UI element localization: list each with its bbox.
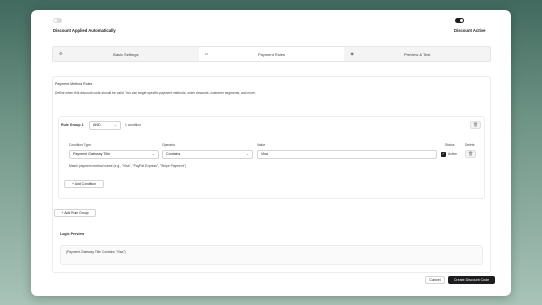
logic-preview-text: (Payment Gateway Title Contains "Visa")	[66, 250, 126, 254]
tab-payment-rules[interactable]: ▭ Payment Rules	[198, 47, 345, 61]
select-value: Contains	[166, 152, 181, 156]
active-checkbox[interactable]: ✓	[441, 152, 446, 157]
input-value: Visa	[261, 152, 268, 156]
tab-label: Basic Settings	[113, 51, 139, 57]
cancel-button[interactable]: Cancel	[425, 276, 445, 284]
tab-bar: ⚙ Basic Settings ▭ Payment Rules ◉ Previ…	[52, 46, 491, 62]
discount-active-label: Discount Active	[454, 28, 486, 33]
condition-value-input[interactable]: Visa	[257, 150, 437, 159]
select-value: AND	[93, 123, 101, 127]
delete-condition-button[interactable]: 🗑	[465, 150, 476, 158]
col-value: Value	[257, 143, 266, 147]
button-label: Create Discount Code	[453, 278, 490, 282]
active-label: Active	[448, 152, 457, 156]
button-label: Cancel	[429, 278, 441, 282]
logic-preview-box: (Payment Gateway Title Contains "Visa")	[60, 245, 483, 265]
add-rule-group-button[interactable]: + Add Rule Group	[54, 209, 96, 217]
trash-icon: 🗑	[472, 122, 479, 127]
create-discount-button[interactable]: Create Discount Code	[448, 276, 495, 284]
select-value: Payment Gateway Title	[73, 152, 110, 156]
rule-group-card: Rule Group 1 AND ⌄ 1 condition 🗑 Conditi…	[58, 116, 485, 199]
button-label: + Add Rule Group	[61, 211, 89, 215]
tab-basic-settings[interactable]: ⚙ Basic Settings	[53, 47, 199, 61]
delete-group-button[interactable]: 🗑	[470, 121, 481, 129]
condition-hint: Match payment method name (e.g., "Visa",…	[69, 164, 186, 168]
toggle-knob	[54, 19, 57, 22]
logic-operator-select[interactable]: AND ⌄	[89, 121, 121, 130]
tab-label: Preview & Test	[403, 51, 431, 57]
col-delete: Delete	[465, 143, 475, 147]
trash-icon: 🗑	[467, 151, 474, 156]
auto-apply-toggle[interactable]	[53, 18, 62, 23]
button-label: + Add Condition	[71, 182, 97, 186]
card-icon: ▭	[204, 51, 209, 56]
discount-active-toggle[interactable]	[455, 18, 464, 23]
condition-type-select[interactable]: Payment Gateway Title ⌄	[69, 150, 159, 159]
condition-count: 1 condition	[125, 123, 141, 127]
col-operator: Operator	[162, 143, 176, 147]
eye-icon: ◉	[350, 51, 354, 56]
add-condition-button[interactable]: + Add Condition	[64, 180, 104, 188]
tab-preview-test[interactable]: ◉ Preview & Test	[344, 47, 490, 61]
rule-group-label: Rule Group 1	[61, 123, 84, 127]
auto-apply-label: Discount Applied Automatically	[53, 28, 116, 33]
chevron-down-icon: ⌄	[151, 152, 155, 156]
operator-select[interactable]: Contains ⌄	[162, 150, 253, 159]
col-status: Status	[445, 143, 455, 147]
logic-preview-title: Logic Preview	[60, 232, 85, 236]
tab-label: Payment Rules	[257, 51, 286, 57]
payment-rules-panel: Payment Method Rules Define when this di…	[52, 76, 491, 273]
col-condition-type: Condition Type	[69, 143, 91, 147]
toggle-knob	[460, 19, 463, 22]
chevron-down-icon: ⌄	[113, 123, 117, 127]
gear-icon: ⚙	[59, 51, 63, 56]
section-description: Define when this discount code should be…	[55, 91, 256, 95]
discount-dialog: Discount Applied Automatically Discount …	[31, 10, 511, 296]
section-title: Payment Method Rules	[55, 82, 93, 86]
chevron-down-icon: ⌄	[245, 152, 249, 156]
